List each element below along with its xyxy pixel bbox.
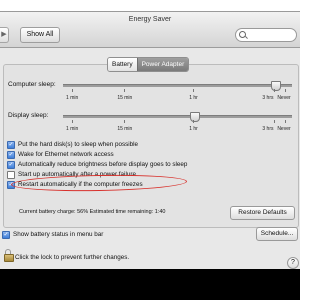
- tick-label-3hrs: 3 hrs: [262, 126, 274, 132]
- tick-mark: [124, 120, 126, 123]
- tick-mark: [124, 89, 126, 92]
- tick-label-1hr: 1 hr: [189, 126, 198, 132]
- checkbox-start-up-after-power-failure[interactable]: [7, 170, 15, 179]
- tick-mark: [71, 120, 73, 123]
- checkbox-row-hard-disk-sleep[interactable]: ✓ Put the hard disk(s) to sleep when pos…: [7, 140, 138, 149]
- title-bar: Energy Saver ▶ Show All: [0, 12, 300, 48]
- checkbox-label: Start up automatically after a power fai…: [18, 171, 136, 178]
- battery-status-text: Current battery charge: 56% Estimated ti…: [19, 209, 166, 215]
- checkbox-restart-if-freezes[interactable]: ✓: [7, 180, 15, 189]
- schedule-button[interactable]: Schedule...: [256, 227, 298, 241]
- tab-bar: Battery Power Adapter: [107, 57, 190, 72]
- checkbox-wake-ethernet[interactable]: ✓: [7, 150, 15, 159]
- tick-label-1hr: 1 hr: [189, 95, 198, 101]
- checkbox-row-restart-if-freezes[interactable]: ✓ Restart automatically if the computer …: [7, 180, 143, 189]
- computer-sleep-slider[interactable]: [63, 81, 292, 91]
- search-field[interactable]: [235, 28, 297, 42]
- checkbox-row-reduce-brightness[interactable]: ✓ Automatically reduce brightness before…: [7, 160, 187, 169]
- lock-message: Click the lock to prevent further change…: [15, 254, 130, 261]
- tab-power-adapter[interactable]: Power Adapter: [136, 58, 189, 71]
- tick-label-15min: 15 min: [117, 95, 133, 101]
- tab-battery[interactable]: Battery: [108, 58, 137, 71]
- tick-label-never: Never: [277, 126, 291, 132]
- search-icon: [239, 31, 246, 38]
- checkbox-label: Automatically reduce brightness before d…: [18, 161, 188, 168]
- checkbox-row-start-up-after-power-failure[interactable]: Start up automatically after a power fai…: [7, 170, 136, 179]
- restore-defaults-button[interactable]: Restore Defaults: [230, 206, 295, 220]
- tick-mark: [284, 120, 286, 123]
- tick-label-1min: 1 min: [66, 95, 79, 101]
- tick-mark: [193, 120, 195, 123]
- help-button[interactable]: ?: [287, 257, 299, 269]
- checkbox-row-show-battery-status[interactable]: ✓ Show battery status in menu bar: [2, 230, 103, 239]
- checkbox-label: Put the hard disk(s) to sleep when possi…: [18, 141, 139, 148]
- tick-label-15min: 15 min: [117, 126, 133, 132]
- bottom-black-bar: [0, 269, 300, 300]
- tick-label-never: Never: [277, 95, 291, 101]
- computer-sleep-label: Computer sleep:: [8, 81, 56, 88]
- checkbox-label: Wake for Ethernet network access: [18, 151, 114, 158]
- display-sleep-ticks: 1 min 15 min 1 hr 3 hrs Never: [63, 120, 292, 134]
- tick-mark: [274, 89, 276, 92]
- tick-mark: [193, 89, 195, 92]
- forward-button[interactable]: ▶: [0, 27, 9, 43]
- search-input[interactable]: [248, 29, 292, 41]
- tick-mark: [274, 120, 276, 123]
- checkbox-reduce-brightness[interactable]: ✓: [7, 160, 15, 169]
- show-all-button[interactable]: Show All: [20, 27, 60, 43]
- checkbox-show-battery-status[interactable]: ✓: [2, 230, 10, 239]
- display-sleep-slider[interactable]: [63, 112, 292, 122]
- checkbox-label: Show battery status in menu bar: [13, 231, 104, 238]
- lock-icon[interactable]: [3, 249, 14, 262]
- checkbox-row-wake-ethernet[interactable]: ✓ Wake for Ethernet network access: [7, 150, 114, 159]
- tick-label-3hrs: 3 hrs: [262, 95, 274, 101]
- display-sleep-label: Display sleep:: [8, 112, 49, 119]
- lock-body: [4, 254, 14, 262]
- checkbox-label: Restart automatically if the computer fr…: [18, 181, 143, 188]
- tick-label-1min: 1 min: [66, 126, 79, 132]
- energy-saver-window: Energy Saver ▶ Show All Battery Power Ad…: [0, 11, 300, 270]
- tick-mark: [71, 89, 73, 92]
- checkbox-hard-disk-sleep[interactable]: ✓: [7, 140, 15, 149]
- tick-mark: [284, 89, 286, 92]
- computer-sleep-ticks: 1 min 15 min 1 hr 3 hrs Never: [63, 89, 292, 103]
- window-title: Energy Saver: [128, 16, 172, 23]
